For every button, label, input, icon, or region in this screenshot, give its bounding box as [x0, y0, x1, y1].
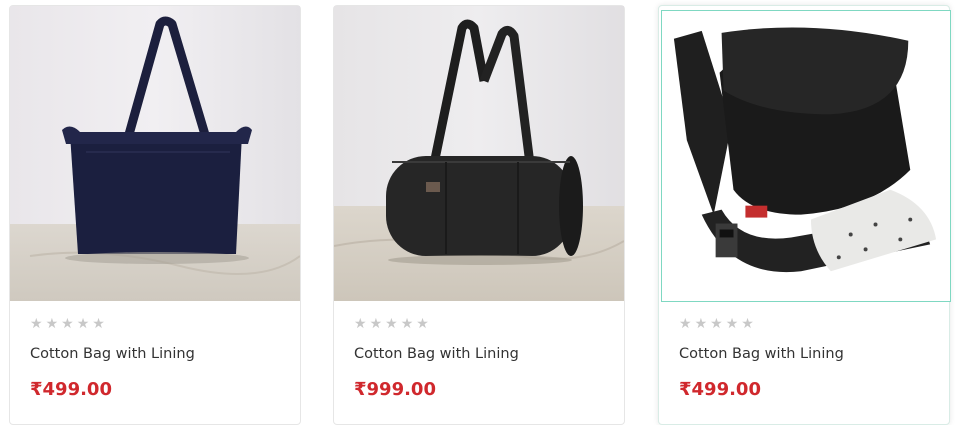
star-icon: ★: [30, 316, 43, 332]
rating-stars: ★ ★ ★ ★ ★: [354, 317, 429, 331]
product-title[interactable]: Cotton Bag with Lining: [30, 346, 195, 362]
star-icon: ★: [369, 316, 383, 332]
tote-bag-image[interactable]: [10, 6, 300, 301]
star-icon: ★: [725, 316, 739, 332]
star-icon: ★: [741, 316, 754, 332]
rating-stars: ★ ★ ★ ★ ★: [679, 317, 754, 331]
star-icon: ★: [354, 316, 367, 332]
messenger-bag-image[interactable]: [661, 10, 951, 302]
product-card[interactable]: ★ ★ ★ ★ ★ Cotton Bag with Lining ₹999.00: [333, 5, 625, 425]
product-price: ₹499.00: [30, 379, 112, 400]
product-title[interactable]: Cotton Bag with Lining: [354, 346, 519, 362]
star-icon: ★: [679, 316, 692, 332]
star-icon: ★: [92, 316, 105, 332]
product-card[interactable]: ★ ★ ★ ★ ★ Cotton Bag with Lining ₹499.00: [658, 5, 951, 425]
product-title[interactable]: Cotton Bag with Lining: [679, 346, 844, 362]
star-icon: ★: [694, 316, 708, 332]
star-icon: ★: [76, 316, 90, 332]
star-icon: ★: [710, 316, 723, 332]
product-price: ₹499.00: [679, 379, 761, 400]
star-icon: ★: [400, 316, 414, 332]
rating-stars: ★ ★ ★ ★ ★: [30, 317, 105, 331]
star-icon: ★: [61, 316, 74, 332]
star-icon: ★: [416, 316, 429, 332]
product-card[interactable]: ★ ★ ★ ★ ★ Cotton Bag with Lining ₹499.00: [9, 5, 301, 425]
star-icon: ★: [385, 316, 398, 332]
product-price: ₹999.00: [354, 379, 436, 400]
star-icon: ★: [45, 316, 59, 332]
duffel-bag-image[interactable]: [334, 6, 624, 301]
